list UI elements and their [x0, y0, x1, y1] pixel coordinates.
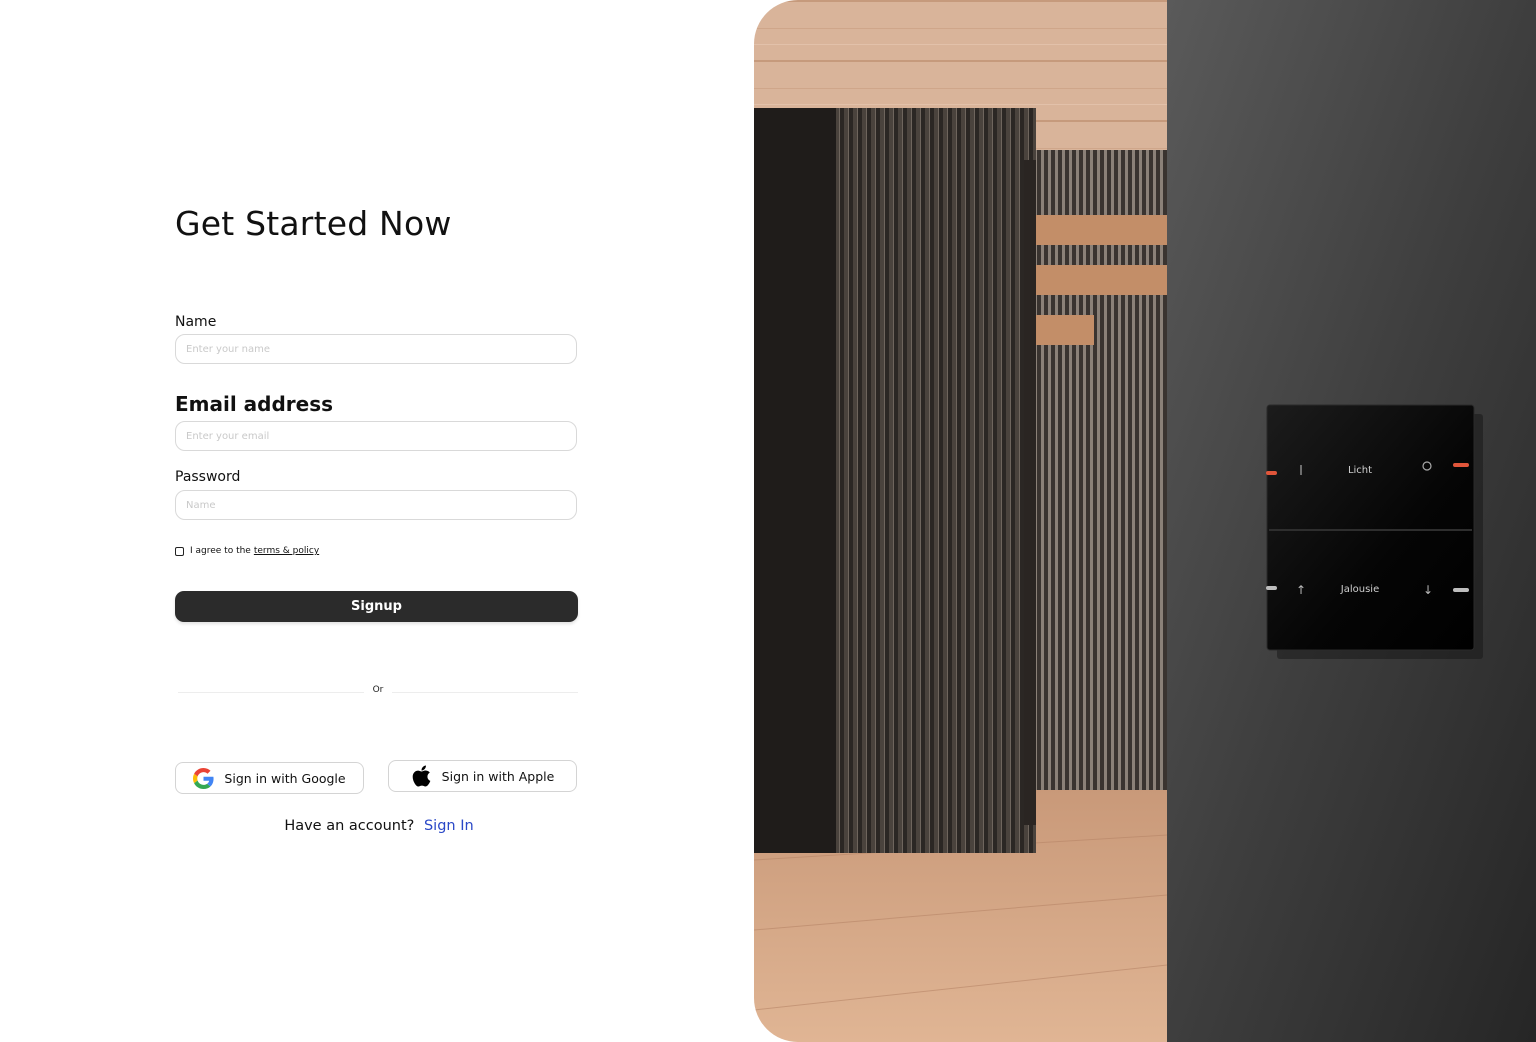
wall-switch: Licht Jalousie ↑ ↓	[1266, 404, 1483, 659]
switch-top-label: Licht	[1348, 465, 1372, 476]
switch-bottom-label: Jalousie	[1340, 584, 1379, 595]
password-label: Password	[175, 469, 241, 485]
agree-text: I agree to the	[190, 546, 251, 556]
apple-signin-label: Sign in with Apple	[441, 768, 555, 784]
have-account-row: Have an account? Sign In	[175, 818, 583, 834]
apple-icon	[411, 764, 432, 788]
signup-button[interactable]: Signup	[175, 591, 578, 622]
arrow-down-icon: ↓	[1423, 583, 1433, 597]
hero-image: Licht Jalousie ↑ ↓	[754, 0, 1536, 1042]
signup-page: Get Started Now Name Email address Passw…	[0, 0, 1536, 1042]
divider-line-right	[392, 692, 578, 693]
terms-agreement: I agree to the terms & policy	[175, 546, 319, 556]
signin-link[interactable]: Sign In	[424, 818, 474, 834]
google-signin-button[interactable]: Sign in with Google	[175, 762, 364, 794]
name-label: Name	[175, 314, 217, 330]
page-title: Get Started Now	[175, 204, 452, 243]
google-icon	[193, 767, 214, 789]
email-input[interactable]	[175, 421, 577, 451]
apple-signin-button[interactable]: Sign in with Apple	[388, 760, 577, 792]
arrow-up-icon: ↑	[1296, 583, 1306, 597]
name-input[interactable]	[175, 334, 577, 364]
google-signin-label: Sign in with Google	[224, 770, 346, 786]
or-divider: Or	[178, 685, 578, 699]
password-input[interactable]	[175, 490, 577, 520]
terms-link[interactable]: terms & policy	[254, 546, 319, 556]
have-account-text: Have an account?	[284, 818, 415, 834]
or-text: Or	[372, 685, 384, 695]
email-label: Email address	[175, 392, 334, 416]
terms-checkbox[interactable]	[175, 546, 184, 556]
